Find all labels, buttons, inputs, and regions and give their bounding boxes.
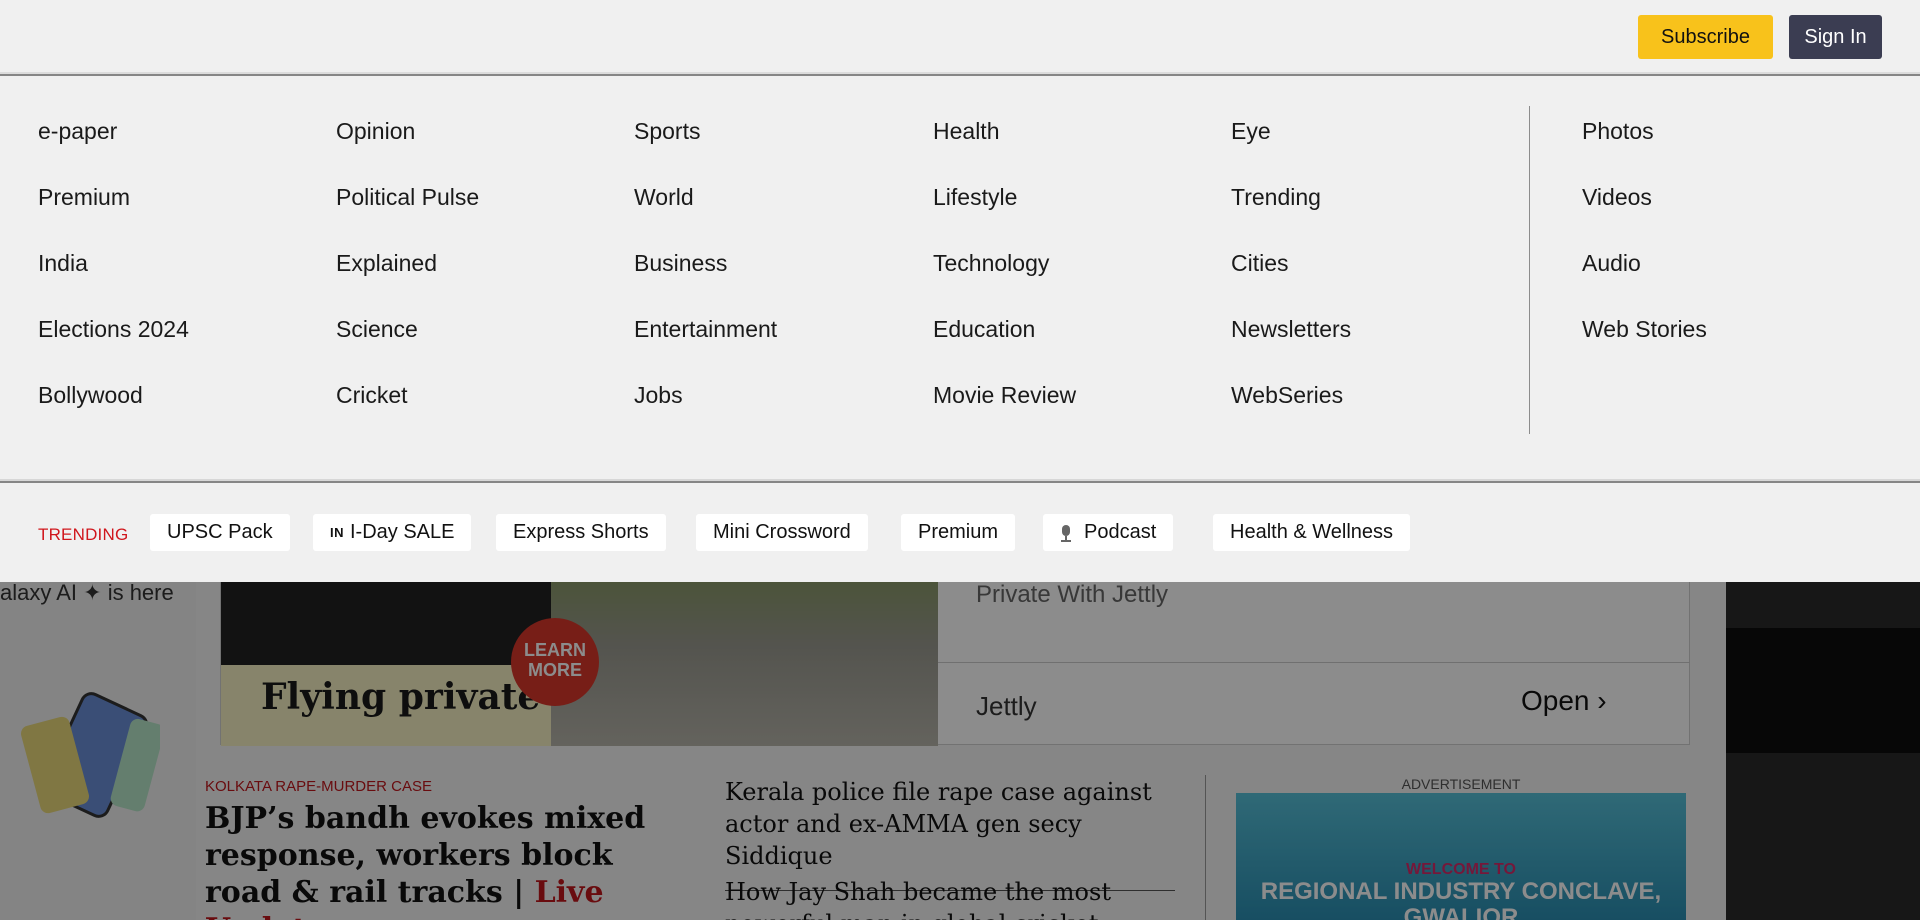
menu-column-1: e-paper Premium India Elections 2024 Bol… xyxy=(38,116,189,446)
menu-item-health[interactable]: Health xyxy=(933,116,999,146)
menu-column-4: Health Lifestyle Technology Education Mo… xyxy=(933,116,1076,446)
menu-item-videos[interactable]: Videos xyxy=(1582,182,1652,212)
trending-chip-upsc-pack[interactable]: UPSC Pack xyxy=(150,514,290,551)
menu-item-bollywood[interactable]: Bollywood xyxy=(38,380,143,410)
menu-item-jobs[interactable]: Jobs xyxy=(634,380,683,410)
menu-item-cricket[interactable]: Cricket xyxy=(336,380,408,410)
mega-menu: e-paper Premium India Elections 2024 Bol… xyxy=(0,76,1920,481)
menu-column-3: Sports World Business Entertainment Jobs xyxy=(634,116,777,446)
menu-item-world[interactable]: World xyxy=(634,182,694,212)
menu-item-cities[interactable]: Cities xyxy=(1231,248,1289,278)
menu-item-technology[interactable]: Technology xyxy=(933,248,1049,278)
trending-label: TRENDING xyxy=(38,525,129,544)
trending-chip-health-wellness[interactable]: Health & Wellness xyxy=(1213,514,1411,551)
menu-item-india[interactable]: India xyxy=(38,248,88,278)
chip-label: Podcast xyxy=(1084,521,1157,543)
menu-item-photos[interactable]: Photos xyxy=(1582,116,1654,146)
top-header: Subscribe Sign In xyxy=(0,0,1920,74)
chip-label: Premium xyxy=(918,521,999,543)
trending-chip-i-day-sale[interactable]: IN I-Day SALE xyxy=(313,514,472,551)
trending-chip-podcast[interactable]: Podcast xyxy=(1043,514,1174,551)
menu-item-trending[interactable]: Trending xyxy=(1231,182,1321,212)
menu-item-eye[interactable]: Eye xyxy=(1231,116,1271,146)
menu-column-2: Opinion Political Pulse Explained Scienc… xyxy=(336,116,479,446)
menu-item-audio[interactable]: Audio xyxy=(1582,248,1641,278)
menu-item-sports[interactable]: Sports xyxy=(634,116,700,146)
menu-item-business[interactable]: Business xyxy=(634,248,727,278)
menu-item-opinion[interactable]: Opinion xyxy=(336,116,415,146)
menu-item-movie-review[interactable]: Movie Review xyxy=(933,380,1076,410)
menu-item-entertainment[interactable]: Entertainment xyxy=(634,314,777,344)
trending-chip-express-shorts[interactable]: Express Shorts xyxy=(496,514,666,551)
menu-item-newsletters[interactable]: Newsletters xyxy=(1231,314,1351,344)
menu-item-premium[interactable]: Premium xyxy=(38,182,130,212)
trending-chip-mini-crossword[interactable]: Mini Crossword xyxy=(696,514,868,551)
menu-column-media: Photos Videos Audio Web Stories xyxy=(1582,116,1707,380)
sign-in-button[interactable]: Sign In xyxy=(1789,15,1882,59)
microphone-icon xyxy=(1060,524,1071,542)
menu-item-elections-2024[interactable]: Elections 2024 xyxy=(38,314,189,344)
subscribe-button[interactable]: Subscribe xyxy=(1638,15,1773,59)
menu-item-webseries[interactable]: WebSeries xyxy=(1231,380,1343,410)
menu-divider xyxy=(1529,106,1530,434)
menu-column-5: Eye Trending Cities Newsletters WebSerie… xyxy=(1231,116,1351,446)
menu-item-e-paper[interactable]: e-paper xyxy=(38,116,117,146)
chip-label: Health & Wellness xyxy=(1230,521,1394,543)
menu-item-science[interactable]: Science xyxy=(336,314,418,344)
india-flag-icon: IN xyxy=(330,525,344,540)
trending-chip-premium[interactable]: Premium xyxy=(901,514,1016,551)
chip-label: Mini Crossword xyxy=(713,521,851,543)
menu-item-education[interactable]: Education xyxy=(933,314,1035,344)
chip-label: UPSC Pack xyxy=(167,521,273,543)
menu-item-explained[interactable]: Explained xyxy=(336,248,437,278)
menu-item-political-pulse[interactable]: Political Pulse xyxy=(336,182,479,212)
chip-label: Express Shorts xyxy=(513,521,649,543)
trending-bar: TRENDING UPSC Pack IN I-Day SALE Express… xyxy=(0,483,1920,582)
menu-item-web-stories[interactable]: Web Stories xyxy=(1582,314,1707,344)
menu-item-lifestyle[interactable]: Lifestyle xyxy=(933,182,1017,212)
chip-label: I-Day SALE xyxy=(350,521,455,543)
